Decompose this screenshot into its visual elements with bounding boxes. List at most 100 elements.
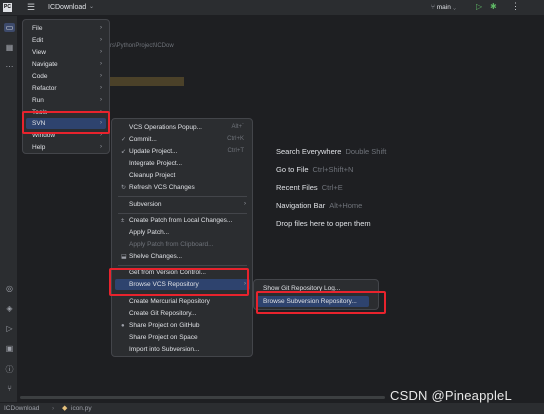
git-icon[interactable]: ⑂ — [4, 384, 15, 393]
apply-patch-item[interactable]: Apply Patch... — [115, 227, 250, 238]
main-menu-icon[interactable]: ☰ — [27, 2, 35, 13]
path-hint: rs\PythonProject\ICDow — [110, 43, 174, 49]
run-icon[interactable]: ▷ — [476, 2, 482, 11]
commit-item[interactable]: ✓ Commit... Ctrl+K — [115, 134, 250, 145]
highlight-browse-subversion — [256, 291, 386, 314]
status-bar: ICDownload › ◆ icon.py — [0, 402, 544, 414]
cleanup-project-item[interactable]: Cleanup Project — [115, 170, 250, 181]
welcome-search-everywhere: Search Everywhere Double Shift — [276, 147, 386, 156]
create-git-repo-item[interactable]: Create Git Repository... — [115, 308, 250, 319]
status-file[interactable]: icon.py — [71, 405, 92, 412]
terminal-icon[interactable]: ▣ — [4, 344, 15, 353]
create-mercurial-repo-item[interactable]: Create Mercurial Repository — [115, 296, 250, 307]
shelve-changes-item[interactable]: ⬓ Shelve Changes... — [115, 251, 250, 262]
create-patch-item[interactable]: ± Create Patch from Local Changes... — [115, 215, 250, 226]
chevron-right-icon: › — [100, 61, 102, 67]
menu-divider — [118, 213, 247, 214]
menu-item-label: Refactor — [32, 85, 57, 92]
welcome-navigation-bar: Navigation Bar Alt+Home — [276, 201, 362, 210]
update-project-item[interactable]: ↙ Update Project... Ctrl+T — [115, 146, 250, 157]
share-on-space-item[interactable]: Share Project on Space — [115, 332, 250, 343]
menu-item-code[interactable]: Code › — [26, 71, 106, 82]
welcome-recent-files: Recent Files Ctrl+E — [276, 183, 343, 192]
menu-item-label: Shelve Changes... — [129, 253, 183, 260]
highlight-bar — [110, 77, 184, 86]
app-logo-icon[interactable]: PC — [3, 3, 12, 12]
menu-divider — [118, 196, 247, 197]
left-tool-strip: ▭ ▦ ⋯ ◎ ◈ ▷ ▣ ⓘ ⑂ — [0, 16, 18, 402]
run-tool-icon[interactable]: ▷ — [4, 324, 15, 333]
welcome-label: Navigation Bar — [276, 201, 326, 210]
chevron-down-icon[interactable]: ⌄ — [89, 3, 94, 10]
menu-item-label: View — [32, 49, 46, 56]
python-file-icon: ◆ — [62, 405, 68, 412]
apply-patch-clipboard-item: Apply Patch from Clipboard... — [115, 239, 250, 250]
menu-item-label: Edit — [32, 37, 44, 44]
chevron-right-icon: › — [100, 144, 102, 150]
menu-item-label: Apply Patch... — [129, 229, 170, 236]
branch-name: main — [436, 4, 451, 11]
github-icon: ● — [121, 323, 125, 329]
layers-icon[interactable]: ◈ — [4, 304, 15, 313]
menu-item-label: Help — [32, 144, 46, 151]
chevron-down-icon: ⌄ — [452, 4, 457, 11]
subversion-item[interactable]: Subversion › — [115, 199, 250, 210]
svn-submenu: VCS Operations Popup... Alt+` ✓ Commit... C… — [111, 118, 253, 357]
menu-divider — [118, 265, 247, 266]
welcome-label: Search Everywhere — [276, 147, 342, 156]
integrate-project-item[interactable]: Integrate Project... — [115, 158, 250, 169]
welcome-shortcut: Ctrl+Shift+N — [312, 165, 354, 174]
menu-item-file[interactable]: File › — [26, 23, 106, 34]
welcome-label: Go to File — [276, 165, 309, 174]
menu-item-shortcut: Ctrl+T — [227, 148, 245, 154]
refresh-vcs-changes-item[interactable]: ↻ Refresh VCS Changes — [115, 182, 250, 193]
more-icon[interactable]: ⋮ — [511, 1, 520, 12]
chevron-right-icon: › — [100, 49, 102, 55]
share-on-github-item[interactable]: ● Share Project on GitHub — [115, 320, 250, 331]
problems-icon[interactable]: ⓘ — [4, 364, 15, 375]
menu-item-navigate[interactable]: Navigate › — [26, 59, 106, 70]
welcome-label: Drop files here to open them — [276, 219, 371, 228]
status-project[interactable]: ICDownload — [4, 405, 39, 412]
menu-item-help[interactable]: Help › — [26, 142, 106, 153]
branch-widget[interactable]: ⑂ main ⌄ — [431, 4, 457, 11]
import-into-subversion-item[interactable]: Import into Subversion... — [115, 344, 250, 355]
menu-item-shortcut: Ctrl+K — [227, 136, 244, 142]
menu-item-label: VCS Operations Popup... — [129, 124, 202, 131]
vcs-operations-popup-item[interactable]: VCS Operations Popup... Alt+` — [115, 122, 250, 133]
menu-item-edit[interactable]: Edit › — [26, 35, 106, 46]
menu-item-label: Cleanup Project — [129, 172, 176, 179]
project-name[interactable]: ICDownload — [48, 4, 86, 11]
menu-item-run[interactable]: Run › — [26, 95, 106, 106]
more-tools-icon[interactable]: ⋯ — [4, 62, 15, 71]
horizontal-scrollbar[interactable] — [20, 396, 385, 399]
patch-icon: ± — [121, 218, 125, 224]
menu-item-label: Run — [32, 97, 44, 104]
chevron-right-icon: › — [100, 85, 102, 91]
project-folder-icon[interactable]: ▭ — [4, 23, 15, 32]
shelve-icon: ⬓ — [121, 254, 127, 260]
menu-item-label: Integrate Project... — [129, 160, 183, 167]
highlight-svn — [22, 111, 110, 134]
menu-item-label: Import into Subversion... — [129, 346, 200, 353]
menu-item-refactor[interactable]: Refactor › — [26, 83, 106, 94]
python-packages-icon[interactable]: ◎ — [4, 284, 15, 293]
debug-icon[interactable]: ✱ — [490, 2, 497, 11]
menu-item-label: Share Project on Space — [129, 334, 198, 341]
menu-item-label: Code — [32, 73, 48, 80]
status-separator: › — [52, 405, 55, 412]
menu-item-label: Create Mercurial Repository — [129, 298, 210, 305]
menu-item-label: Update Project... — [129, 148, 178, 155]
structure-icon[interactable]: ▦ — [4, 43, 15, 52]
commit-icon: ✓ — [121, 137, 127, 143]
chevron-right-icon: › — [100, 37, 102, 43]
chevron-right-icon: › — [100, 97, 102, 103]
chevron-right-icon: › — [100, 73, 102, 79]
menu-item-label: Share Project on GitHub — [129, 322, 200, 329]
menu-item-label: Navigate — [32, 61, 58, 68]
chevron-right-icon: › — [100, 25, 102, 31]
welcome-shortcut: Double Shift — [345, 147, 387, 156]
welcome-go-to-file: Go to File Ctrl+Shift+N — [276, 165, 353, 174]
menu-item-view[interactable]: View › — [26, 47, 106, 58]
welcome-drop-files: Drop files here to open them — [276, 219, 371, 228]
